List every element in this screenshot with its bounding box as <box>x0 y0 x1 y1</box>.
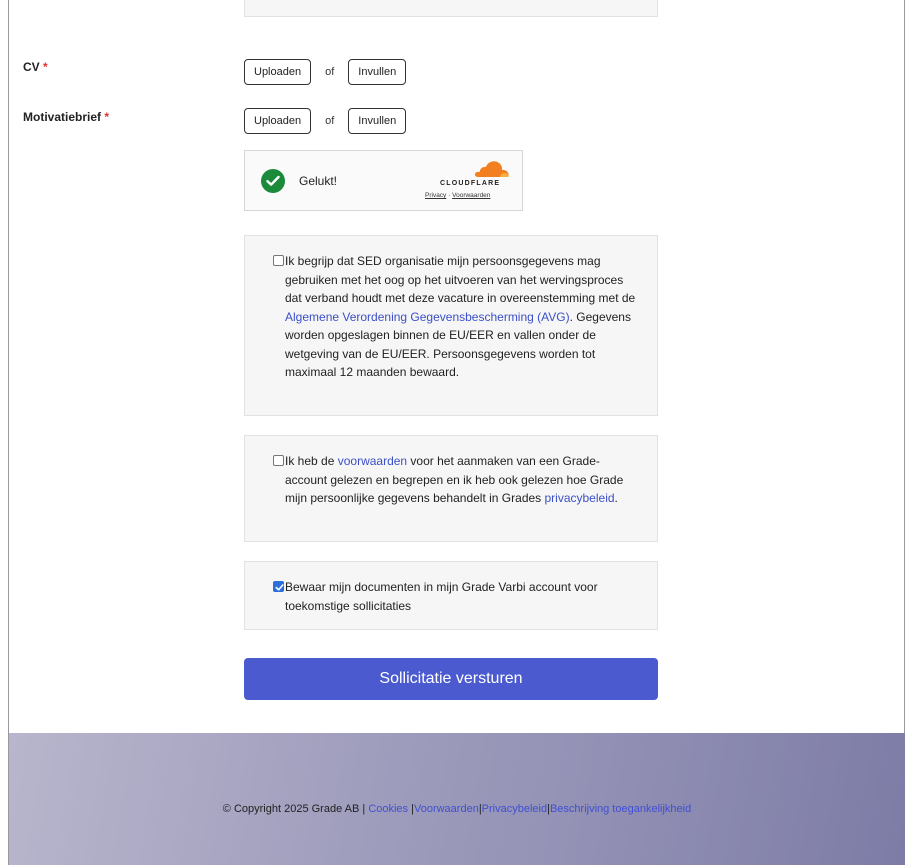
motivation-label-text: Motivatiebrief <box>23 110 102 124</box>
consent-text: Ik begrijp dat SED organisatie mijn pers… <box>285 254 636 305</box>
captcha-status: Gelukt! <box>299 174 338 188</box>
captcha-link-separator: · <box>448 192 451 199</box>
footer-links: © Copyright 2025 Grade AB | Cookies |Voo… <box>9 803 905 815</box>
required-mark: * <box>43 60 48 74</box>
motivation-actions: Uploaden of Invullen <box>244 108 407 134</box>
cloudflare-wordmark: CLOUDFLARE <box>440 180 501 187</box>
captcha-terms-link[interactable]: Voorwaarden <box>452 192 490 199</box>
consent-gdpr-text: Ik begrijp dat SED organisatie mijn pers… <box>285 252 637 382</box>
check-icon <box>275 584 284 591</box>
footer-privacy-link[interactable]: Privacybeleid <box>482 803 547 815</box>
consent-text: . <box>614 491 618 505</box>
consent-terms: Ik heb de voorwaarden voor het aanmaken … <box>244 435 658 542</box>
consent-terms-checkbox[interactable] <box>273 455 284 466</box>
motivation-upload-button[interactable]: Uploaden <box>244 108 312 134</box>
cv-actions: Uploaden of Invullen <box>244 59 407 85</box>
save-documents-checkbox[interactable] <box>273 581 284 592</box>
accessibility-link[interactable]: Beschrijving toegankelijkheid <box>550 803 691 815</box>
privacy-policy-link[interactable]: privacybeleid <box>545 491 615 505</box>
motivation-fill-button[interactable]: Invullen <box>348 108 407 134</box>
previous-field-box <box>244 0 658 17</box>
cv-upload-button[interactable]: Uploaden <box>244 59 312 85</box>
motivation-label: Motivatiebrief * <box>23 110 109 124</box>
submit-application-button[interactable]: Sollicitatie versturen <box>244 658 658 700</box>
copyright-text: © Copyright 2025 Grade AB <box>222 803 360 815</box>
consent-gdpr-checkbox[interactable] <box>273 255 284 266</box>
consent-text: Ik heb de <box>285 454 338 468</box>
cv-label: CV * <box>23 60 48 74</box>
cloudflare-captcha: Gelukt! CLOUDFLARE Privacy · Voorwaarden <box>244 150 523 211</box>
cv-or-text: of <box>325 66 335 78</box>
cookies-link[interactable]: Cookies <box>368 803 408 815</box>
footer: © Copyright 2025 Grade AB | Cookies |Voo… <box>9 733 905 865</box>
gdpr-link[interactable]: Algemene Verordening Gegevensbescherming… <box>285 310 570 324</box>
required-mark: * <box>104 110 110 124</box>
footer-terms-link[interactable]: Voorwaarden <box>414 803 479 815</box>
consent-terms-text: Ik heb de voorwaarden voor het aanmaken … <box>285 452 637 508</box>
captcha-privacy-link[interactable]: Privacy <box>425 192 446 199</box>
terms-link[interactable]: voorwaarden <box>338 454 407 468</box>
save-documents-text: Bewaar mijn documenten in mijn Grade Var… <box>285 580 598 613</box>
cv-fill-button[interactable]: Invullen <box>348 59 407 85</box>
cloudflare-cloud-icon <box>474 161 509 177</box>
footer-separator: | <box>362 803 366 815</box>
motivation-or-text: of <box>325 115 335 127</box>
check-circle-icon <box>261 169 285 193</box>
captcha-links: Privacy · Voorwaarden <box>425 192 490 199</box>
consent-save-documents: Bewaar mijn documenten in mijn Grade Var… <box>244 561 658 630</box>
consent-gdpr: Ik begrijp dat SED organisatie mijn pers… <box>244 235 658 416</box>
cv-label-text: CV <box>23 60 40 74</box>
